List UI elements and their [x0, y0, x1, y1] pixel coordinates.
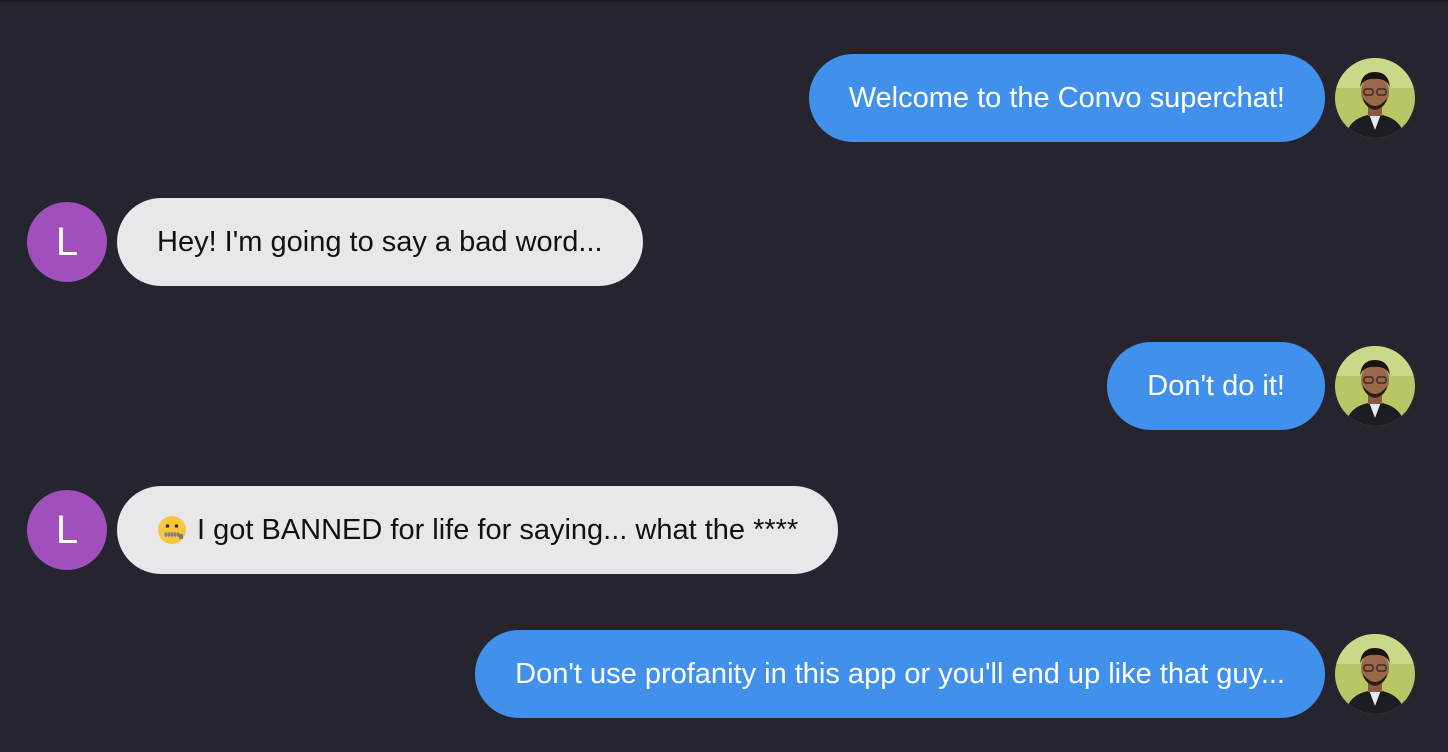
message-text: Hey! I'm going to say a bad word... [157, 225, 603, 258]
message-row: Welcome to the Convo superchat! [808, 54, 1415, 142]
message-text: Don't use profanity in this app or you'l… [515, 657, 1285, 690]
user-avatar[interactable] [1335, 346, 1415, 426]
avatar-initial: L [55, 507, 79, 552]
incoming-message-bubble[interactable]: I got BANNED for life for saying... what… [117, 486, 839, 574]
user-avatar[interactable] [1335, 634, 1415, 714]
message-text: Don't do it! [1147, 369, 1285, 402]
message-row: L I got BANNED for life for saying... wh… [27, 486, 839, 574]
contact-avatar[interactable]: L [27, 490, 107, 570]
message-text: I got BANNED for life for saying... what… [197, 513, 799, 546]
chat-window: Welcome to the Convo superchat! L Hey! I… [0, 0, 1448, 752]
incoming-message-bubble[interactable]: Hey! I'm going to say a bad word... [117, 198, 643, 286]
zipper-mouth-face-icon [157, 515, 187, 545]
outgoing-message-bubble[interactable]: Don't use profanity in this app or you'l… [475, 630, 1325, 718]
user-avatar[interactable] [1335, 58, 1415, 138]
outgoing-message-bubble[interactable]: Don't do it! [1107, 342, 1325, 430]
user-photo-icon [1335, 58, 1415, 138]
outgoing-message-bubble[interactable]: Welcome to the Convo superchat! [808, 54, 1325, 142]
user-photo-icon [1335, 634, 1415, 714]
message-row: Don't do it! [1107, 342, 1415, 430]
message-row: Don't use profanity in this app or you'l… [475, 630, 1415, 718]
avatar-initial: L [55, 219, 79, 264]
contact-avatar[interactable]: L [27, 202, 107, 282]
message-text: Welcome to the Convo superchat! [848, 81, 1285, 114]
message-row: L Hey! I'm going to say a bad word... [27, 198, 643, 286]
user-photo-icon [1335, 346, 1415, 426]
